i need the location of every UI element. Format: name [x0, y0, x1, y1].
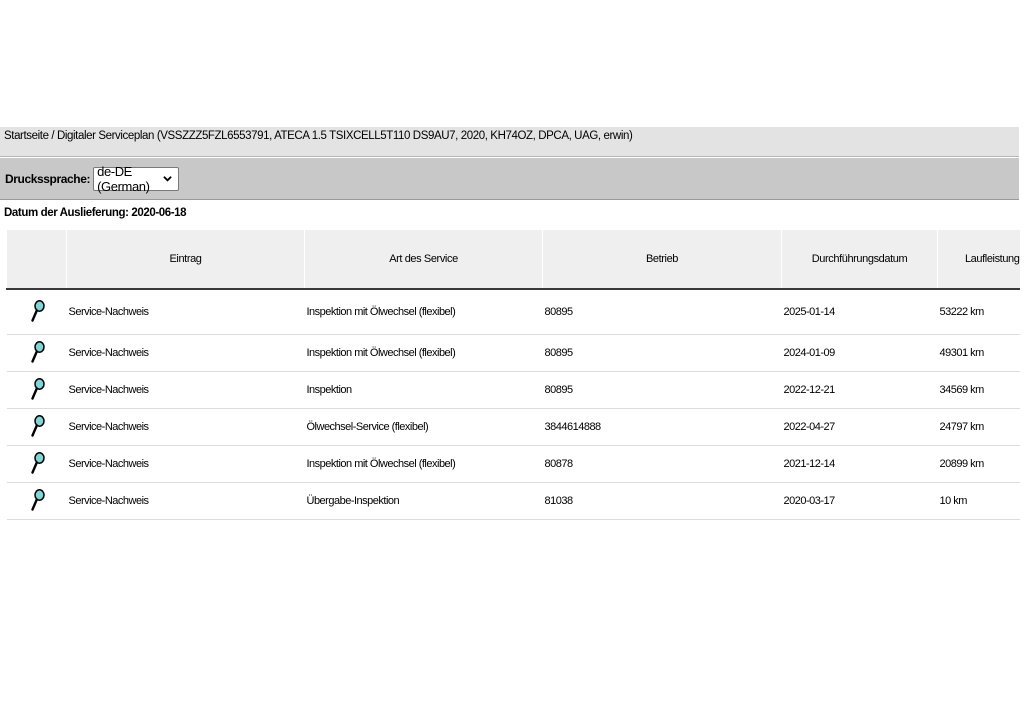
column-header-durchfuehrungsdatum[interactable]: Durchführungsdatum — [781, 230, 938, 290]
cell-laufleistung: 53222 km — [937, 289, 1020, 335]
table-row: Service-Nachweis Inspektion 80895 2022-12-2… — [6, 371, 1020, 409]
page: Startseite / Digitaler Serviceplan (VSSZ… — [0, 0, 1024, 724]
table-header-row: Eintrag Art des Service Betrieb Durchfüh… — [6, 230, 1020, 290]
cell-betrieb: 80895 — [542, 334, 782, 372]
cell-durchfuehrungsdatum: 2022-04-27 — [781, 408, 938, 446]
breadcrumb-text: Startseite / Digitaler Serviceplan (VSSZ… — [4, 130, 633, 142]
cell-eintrag: Service-Nachweis — [66, 408, 305, 446]
column-header-action — [6, 230, 67, 290]
cell-laufleistung: 20899 km — [937, 445, 1020, 483]
service-records-table: Eintrag Art des Service Betrieb Durchfüh… — [6, 230, 1020, 520]
delivery-date: Datum der Auslieferung: 2020-06-18 — [4, 207, 187, 219]
cell-eintrag: Service-Nachweis — [66, 371, 305, 409]
column-header-betrieb[interactable]: Betrieb — [542, 230, 782, 290]
magnifier-icon[interactable] — [30, 377, 45, 400]
chevron-down-icon — [163, 175, 172, 182]
cell-betrieb: 81038 — [542, 482, 782, 520]
cell-eintrag: Service-Nachweis — [66, 334, 305, 372]
magnifier-icon[interactable] — [30, 451, 45, 474]
column-header-laufleistung[interactable]: Laufleistung — [937, 230, 1020, 290]
detail-cell — [6, 482, 67, 520]
cell-laufleistung: 34569 km — [937, 371, 1020, 409]
cell-durchfuehrungsdatum: 2020-03-17 — [781, 482, 938, 520]
magnifier-icon[interactable] — [30, 488, 45, 511]
cell-betrieb: 80878 — [542, 445, 782, 483]
detail-cell — [6, 334, 67, 372]
column-header-eintrag[interactable]: Eintrag — [66, 230, 305, 290]
cell-art-des-service: Übergabe-Inspektion — [304, 482, 543, 520]
column-header-art-des-service[interactable]: Art des Service — [304, 230, 543, 290]
table-row: Service-Nachweis Inspektion mit Ölwechsel… — [6, 445, 1020, 483]
cell-laufleistung: 49301 km — [937, 334, 1020, 372]
cell-art-des-service: Inspektion mit Ölwechsel (flexibel) — [304, 289, 543, 335]
table-row: Service-Nachweis Ölwechsel-Service (flexi… — [6, 408, 1020, 446]
breadcrumb: Startseite / Digitaler Serviceplan (VSSZ… — [0, 127, 1019, 157]
print-language-bar: Druckssprache: de-DE (German) — [0, 158, 1019, 200]
cell-eintrag: Service-Nachweis — [66, 482, 305, 520]
print-language-label: Druckssprache: — [5, 171, 91, 186]
detail-cell — [6, 371, 67, 409]
cell-eintrag: Service-Nachweis — [66, 445, 305, 483]
cell-durchfuehrungsdatum: 2025-01-14 — [781, 289, 938, 335]
cell-betrieb: 3844614888 — [542, 408, 782, 446]
table-row: Service-Nachweis Inspektion mit Ölwechsel… — [6, 334, 1020, 372]
detail-cell — [6, 289, 67, 335]
cell-art-des-service: Inspektion mit Ölwechsel (flexibel) — [304, 445, 543, 483]
cell-durchfuehrungsdatum: 2021-12-14 — [781, 445, 938, 483]
cell-durchfuehrungsdatum: 2024-01-09 — [781, 334, 938, 372]
magnifier-icon[interactable] — [30, 299, 45, 322]
table-row: Service-Nachweis Inspektion mit Ölwechsel… — [6, 289, 1020, 335]
table-row: Service-Nachweis Übergabe-Inspektion 81038… — [6, 482, 1020, 520]
cell-art-des-service: Ölwechsel-Service (flexibel) — [304, 408, 543, 446]
cell-laufleistung: 10 km — [937, 482, 1020, 520]
detail-cell — [6, 445, 67, 483]
magnifier-icon[interactable] — [30, 414, 45, 437]
cell-betrieb: 80895 — [542, 289, 782, 335]
cell-laufleistung: 24797 km — [937, 408, 1020, 446]
cell-betrieb: 80895 — [542, 371, 782, 409]
cell-eintrag: Service-Nachweis — [66, 289, 305, 335]
cell-art-des-service: Inspektion — [304, 371, 543, 409]
cell-art-des-service: Inspektion mit Ölwechsel (flexibel) — [304, 334, 543, 372]
print-language-select[interactable]: de-DE (German) — [93, 164, 180, 194]
cell-durchfuehrungsdatum: 2022-12-21 — [781, 371, 938, 409]
detail-cell — [6, 408, 67, 446]
magnifier-icon[interactable] — [30, 340, 45, 363]
